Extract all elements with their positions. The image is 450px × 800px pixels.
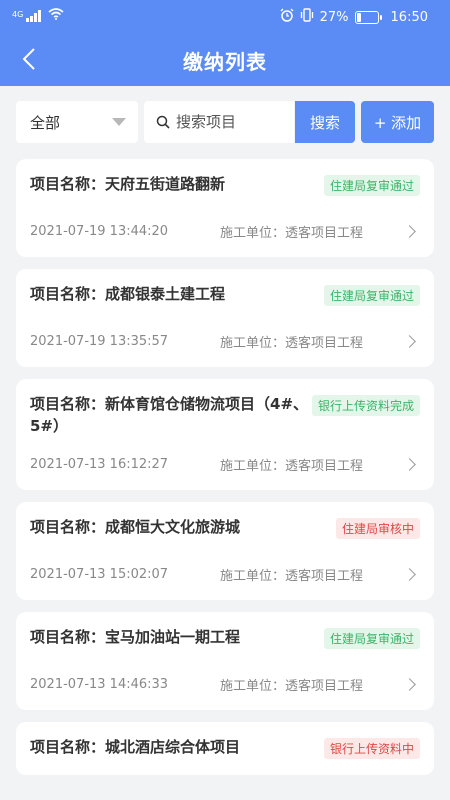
submit-time: 2021-07-13 15:02:07 bbox=[30, 567, 169, 582]
clock: 16:50 bbox=[390, 9, 428, 25]
chevron-right-icon bbox=[403, 335, 416, 348]
vibrate-icon bbox=[300, 8, 314, 26]
chevron-right-icon bbox=[403, 458, 416, 471]
status-badge: 银行上传资料完成 bbox=[311, 395, 420, 416]
signal-icon: 4G bbox=[12, 10, 42, 22]
battery-percent: 27% bbox=[319, 9, 349, 25]
list-item[interactable]: 项目名称：成都恒大文化旅游城 住建局审核中 2021-07-13 15:02:0… bbox=[16, 502, 434, 600]
construction-unit: 施工单位：透客项目工程 bbox=[220, 565, 405, 584]
submit-time: 2021-07-19 13:35:57 bbox=[30, 334, 169, 349]
project-name: 项目名称：成都恒大文化旅游城 bbox=[30, 516, 240, 538]
list-item[interactable]: 项目名称：成都银泰土建工程 住建局复审通过 2021-07-19 13:35:5… bbox=[16, 269, 434, 367]
status-badge: 住建局审核中 bbox=[335, 518, 420, 539]
project-name: 项目名称：宝马加油站一期工程 bbox=[30, 626, 240, 648]
status-filter-select[interactable]: 全部 bbox=[16, 101, 138, 143]
construction-unit-label: 施工单位： bbox=[220, 679, 286, 694]
submit-time: 2021-07-19 13:44:20 bbox=[30, 224, 169, 239]
project-name-value: 宝马加油站一期工程 bbox=[105, 628, 241, 646]
battery-icon bbox=[354, 10, 382, 24]
project-name-label: 项目名称： bbox=[30, 285, 106, 303]
construction-unit-value: 透客项目工程 bbox=[285, 679, 364, 694]
status-right: 27% 16:50 bbox=[280, 8, 428, 26]
project-name-label: 项目名称： bbox=[30, 738, 106, 756]
construction-unit: 施工单位：透客项目工程 bbox=[220, 455, 405, 474]
project-name-value: 成都恒大文化旅游城 bbox=[105, 518, 241, 536]
project-name-label: 项目名称： bbox=[30, 628, 106, 646]
project-name: 项目名称：天府五街道路翻新 bbox=[30, 173, 225, 195]
construction-unit-value: 透客项目工程 bbox=[285, 226, 364, 241]
project-name: 项目名称：新体育馆仓储物流项目（4#、5#） bbox=[30, 393, 310, 437]
status-badge: 银行上传资料中 bbox=[323, 738, 420, 759]
construction-unit: 施工单位：透客项目工程 bbox=[220, 222, 405, 241]
signal-label: 4G bbox=[12, 10, 24, 19]
list-item[interactable]: 项目名称：宝马加油站一期工程 住建局复审通过 2021-07-13 14:46:… bbox=[16, 612, 434, 710]
chevron-right-icon bbox=[403, 225, 416, 238]
project-name: 项目名称：城北酒店综合体项目 bbox=[30, 736, 240, 758]
project-name-label: 项目名称： bbox=[30, 175, 106, 193]
construction-unit-label: 施工单位： bbox=[220, 569, 286, 584]
search-icon bbox=[156, 115, 170, 129]
search-box bbox=[144, 101, 294, 143]
caret-down-icon bbox=[112, 118, 126, 126]
construction-unit-value: 透客项目工程 bbox=[285, 459, 364, 474]
construction-unit-value: 透客项目工程 bbox=[285, 569, 364, 584]
page-title: 缴纳列表 bbox=[183, 50, 267, 74]
add-button[interactable]: + 添加 bbox=[361, 101, 434, 143]
construction-unit: 施工单位：透客项目工程 bbox=[220, 332, 405, 351]
project-list: 项目名称：天府五街道路翻新 住建局复审通过 2021-07-19 13:44:2… bbox=[16, 159, 434, 787]
status-badge: 住建局复审通过 bbox=[323, 175, 420, 196]
list-item[interactable]: 项目名称：天府五街道路翻新 住建局复审通过 2021-07-19 13:44:2… bbox=[16, 159, 434, 257]
status-badge: 住建局复审通过 bbox=[323, 628, 420, 649]
chevron-right-icon bbox=[403, 678, 416, 691]
project-name-value: 城北酒店综合体项目 bbox=[105, 738, 241, 756]
search-input[interactable] bbox=[174, 112, 288, 132]
project-name-label: 项目名称： bbox=[30, 395, 106, 413]
project-name-label: 项目名称： bbox=[30, 518, 106, 536]
header: 4G 27% 16:50 缴纳列表 bbox=[0, 0, 450, 86]
project-name: 项目名称：成都银泰土建工程 bbox=[30, 283, 225, 305]
construction-unit-label: 施工单位： bbox=[220, 226, 286, 241]
navbar: 缴纳列表 bbox=[0, 32, 450, 86]
search-button[interactable]: 搜索 bbox=[295, 101, 355, 143]
construction-unit: 施工单位：透客项目工程 bbox=[220, 675, 405, 694]
submit-time: 2021-07-13 14:46:33 bbox=[30, 677, 169, 692]
status-badge: 住建局复审通过 bbox=[323, 285, 420, 306]
list-item[interactable]: 项目名称：新体育馆仓储物流项目（4#、5#） 银行上传资料完成 2021-07-… bbox=[16, 379, 434, 490]
submit-time: 2021-07-13 16:12:27 bbox=[30, 457, 169, 472]
wifi-icon bbox=[48, 8, 64, 24]
construction-unit-label: 施工单位： bbox=[220, 459, 286, 474]
project-name-value: 天府五街道路翻新 bbox=[105, 175, 226, 193]
status-left: 4G bbox=[12, 8, 64, 24]
construction-unit-value: 透客项目工程 bbox=[285, 336, 364, 351]
construction-unit-label: 施工单位： bbox=[220, 336, 286, 351]
toolbar: 全部 搜索 + 添加 bbox=[16, 101, 434, 145]
list-item[interactable]: 项目名称：城北酒店综合体项目 银行上传资料中 bbox=[16, 722, 434, 775]
chevron-right-icon bbox=[403, 568, 416, 581]
status-filter-value: 全部 bbox=[30, 113, 61, 132]
project-name-value: 成都银泰土建工程 bbox=[105, 285, 226, 303]
status-bar: 4G 27% 16:50 bbox=[0, 0, 450, 32]
alarm-icon bbox=[280, 8, 294, 26]
